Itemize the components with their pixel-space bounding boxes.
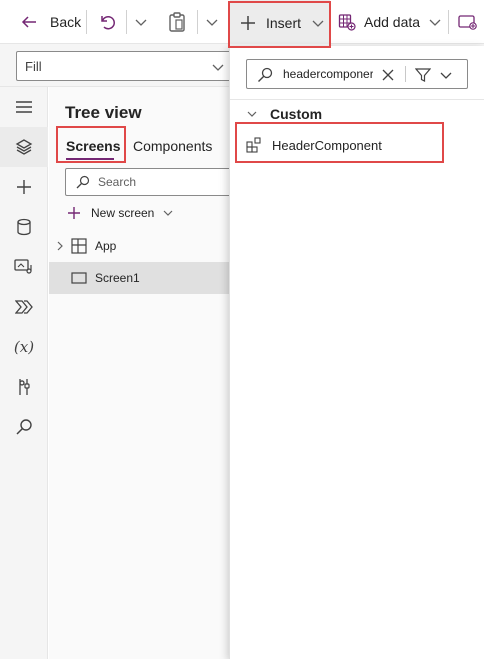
back-button[interactable]: Back xyxy=(20,0,81,44)
power-automate-rail-button[interactable] xyxy=(0,287,48,327)
insert-flyout: headercomponer Custom HeaderComponent xyxy=(229,46,484,659)
back-arrow-icon xyxy=(20,13,38,31)
chevron-right-icon[interactable] xyxy=(55,240,65,252)
search-placeholder: Search xyxy=(98,175,137,189)
toolbar-divider xyxy=(86,10,87,34)
tree-view-title: Tree view xyxy=(65,103,142,122)
property-dropdown[interactable]: Fill xyxy=(16,51,236,81)
active-tab-indicator xyxy=(66,158,114,160)
chevron-down-icon[interactable] xyxy=(439,68,453,82)
tree-item-app[interactable]: App xyxy=(49,230,249,262)
search-icon xyxy=(15,418,33,436)
result-label: HeaderComponent xyxy=(272,137,382,153)
insert-search-input[interactable]: headercomponer xyxy=(246,59,468,89)
custom-section-header[interactable]: Custom xyxy=(246,104,322,124)
property-value: Fill xyxy=(25,58,42,74)
new-screen-label: New screen xyxy=(91,206,155,220)
filter-icon[interactable] xyxy=(415,67,431,83)
chevron-down-icon xyxy=(205,15,219,29)
search-icon xyxy=(257,67,273,83)
media-icon xyxy=(14,258,34,276)
search-divider xyxy=(405,66,406,82)
power-automate-icon xyxy=(15,299,33,315)
command-bar: Back Insert Add data xyxy=(0,0,484,46)
variables-rail-button[interactable]: (𝑥) xyxy=(0,327,48,367)
screen-add-icon xyxy=(458,13,478,31)
plus-icon xyxy=(240,15,256,31)
add-data-button[interactable]: Add data xyxy=(338,0,442,44)
hamburger-icon xyxy=(15,100,33,114)
result-item-headercomponent[interactable]: HeaderComponent xyxy=(240,129,445,161)
toolbar-divider xyxy=(126,10,127,34)
insert-button[interactable]: Insert xyxy=(230,0,330,46)
screen-icon xyxy=(71,271,87,285)
advanced-tools-icon xyxy=(16,378,32,396)
data-icon xyxy=(16,218,32,236)
data-rail-button[interactable] xyxy=(0,207,48,247)
advanced-tools-rail-button[interactable] xyxy=(0,367,48,407)
add-data-label: Add data xyxy=(364,14,421,30)
media-rail-button[interactable] xyxy=(0,247,48,287)
tree-item-label: Screen1 xyxy=(95,271,140,285)
clipboard-icon xyxy=(168,12,186,32)
undo-button[interactable] xyxy=(98,0,116,44)
tree-view-pane: Tree view Screens Components Search New … xyxy=(49,87,265,659)
plus-icon xyxy=(67,206,81,220)
database-add-icon xyxy=(338,13,356,31)
toolbar-divider xyxy=(448,10,449,34)
search-rail-button[interactable] xyxy=(0,407,48,447)
chevron-down-icon xyxy=(311,16,325,30)
tree-item-label: App xyxy=(95,239,117,253)
tab-screens[interactable]: Screens xyxy=(66,138,120,154)
panel-divider xyxy=(230,99,484,100)
toolbar-divider xyxy=(197,10,198,34)
tree-view-rail-button[interactable] xyxy=(0,127,48,167)
back-label: Back xyxy=(50,14,82,30)
hamburger-button[interactable] xyxy=(0,87,48,127)
chevron-down-icon xyxy=(428,15,442,29)
paste-dropdown-button[interactable] xyxy=(205,0,219,44)
section-title: Custom xyxy=(270,106,323,122)
new-screen-button[interactable]: New screen xyxy=(67,203,174,223)
undo-dropdown-button[interactable] xyxy=(134,0,148,44)
chevron-down-icon xyxy=(134,15,148,29)
chevron-down-icon xyxy=(246,108,258,120)
search-icon xyxy=(76,175,90,189)
left-rail: (𝑥) xyxy=(0,87,48,659)
tab-components[interactable]: Components xyxy=(133,138,212,154)
tree-view-icon xyxy=(15,138,33,156)
new-screen-toolbar-button[interactable] xyxy=(458,0,478,44)
paste-button[interactable] xyxy=(168,0,186,44)
tree-item-screen1[interactable]: Screen1 xyxy=(49,262,249,294)
insert-label: Insert xyxy=(266,15,302,31)
undo-icon xyxy=(98,13,116,31)
component-icon xyxy=(246,137,262,153)
insert-icon xyxy=(16,179,32,195)
insert-rail-button[interactable] xyxy=(0,167,48,207)
chevron-down-icon xyxy=(162,207,174,219)
insert-search-value: headercomponer xyxy=(283,67,373,81)
clear-icon[interactable] xyxy=(381,68,395,82)
chevron-down-icon xyxy=(211,60,225,74)
app-tree-icon xyxy=(71,238,87,254)
variables-icon: (𝑥) xyxy=(13,338,35,356)
